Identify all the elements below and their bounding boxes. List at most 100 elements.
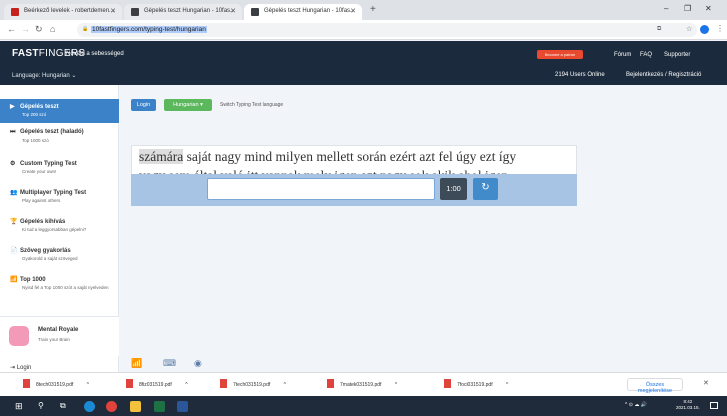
brain-icon	[9, 326, 29, 346]
timer: 1:00	[440, 178, 467, 200]
download-filename: 7foci031519.pdf	[457, 382, 493, 388]
system-tray-icons[interactable]: ^ ⊙ ☁ 🔊	[625, 402, 647, 408]
browser-tab-typing-2-active[interactable]: Gépelés teszt Hungarian - 10fas... ✕	[244, 4, 362, 20]
close-window-button[interactable]: ✕	[705, 4, 712, 13]
back-icon[interactable]: ←	[7, 24, 16, 34]
users-icon: 👥	[10, 190, 18, 196]
url-field[interactable]: 🔒 10fastfingers.com/typing-test/hungaria…	[77, 23, 697, 37]
sidebar-item-label: Gépelés teszt (haladó)	[20, 129, 84, 135]
lock-icon: 🔒	[82, 26, 89, 32]
mental-royale-card[interactable]: Mental Royale Train your Brain	[0, 316, 119, 356]
pdf-icon	[126, 379, 133, 388]
star-icon[interactable]: ☆	[686, 25, 692, 33]
site-favicon-icon	[251, 8, 259, 16]
chart-icon[interactable]: 📶	[131, 358, 142, 369]
login-button[interactable]: Login	[131, 99, 156, 111]
sidebar-login-label: Login	[16, 365, 32, 371]
close-tab-icon[interactable]: ✕	[230, 7, 236, 15]
sidebar-item-label: Top 1000	[20, 277, 46, 283]
language-button-label: Hungarian	[173, 102, 199, 108]
supporter-link[interactable]: Supporter	[664, 52, 690, 58]
sidebar-item-label: Gépelés teszt	[20, 104, 59, 110]
caret-down-icon: ▾	[200, 102, 203, 108]
show-all-downloads-button[interactable]: Összes megjelenítése	[627, 378, 683, 394]
maximize-button[interactable]: ❐	[684, 4, 691, 13]
new-tab-button[interactable]: +	[370, 4, 376, 15]
document-icon: 📄	[10, 248, 18, 254]
chevron-up-icon[interactable]: ^	[284, 382, 286, 388]
translate-icon[interactable]: ⧉	[657, 26, 661, 33]
sidebar-item-desc: Top 200 szó	[22, 112, 47, 117]
home-icon[interactable]: ⌂	[50, 24, 55, 34]
login-icon: ⇥	[10, 365, 16, 371]
reset-button[interactable]: ↻	[473, 178, 498, 200]
sidebar-login[interactable]: ⇥ Login	[10, 364, 31, 371]
sidebar-item-challenge[interactable]: 🏆 Gépelés kihívás Ki tud a leggyorsabban …	[0, 218, 119, 233]
current-word: számára	[139, 149, 184, 164]
chevron-up-icon[interactable]: ^	[395, 382, 397, 388]
sidebar-item-label: Gépelés kihívás	[20, 219, 66, 225]
browser-tab-typing-1[interactable]: Gépelés teszt Hungarian - 10fas... ✕	[124, 4, 242, 20]
download-filename: 8fiz031519.pdf	[139, 382, 172, 388]
sidebar-item-advanced-test[interactable]: ⏭ Gépelés teszt (haladó) Top 1000 szó	[0, 129, 119, 144]
sidebar-item-multiplayer[interactable]: 👥 Multiplayer Typing Test Play against ot…	[0, 189, 119, 204]
sidebar-item-desc: Nyisd fel a Top 1000 szót a saját nyelve…	[22, 285, 109, 290]
browser-tab-gmail[interactable]: Beérkező levelek - robertdemen... ✕	[4, 4, 122, 20]
pdf-icon	[327, 379, 334, 388]
chevron-up-icon[interactable]: ^	[87, 382, 89, 388]
sidebar-item-label: Multiplayer Typing Test	[20, 190, 87, 196]
download-item[interactable]: 7tech031519.pdf ^	[220, 379, 286, 388]
fast-forward-icon: ⏭	[10, 129, 16, 135]
reload-icon[interactable]: ↻	[35, 24, 43, 35]
download-item[interactable]: 7foci031519.pdf ^	[444, 379, 508, 388]
browser-address-bar: ← → ↻ ⌂ 🔒 10fastfingers.com/typing-test/…	[0, 20, 727, 40]
language-dropdown-button[interactable]: Hungarian ▾	[164, 99, 212, 111]
sidebar-item-custom-test[interactable]: ⚙ Custom Typing Test Create your own!	[0, 160, 119, 175]
language-selector[interactable]: Language: Hungarian ⌄	[12, 72, 76, 79]
mental-royale-title: Mental Royale	[38, 327, 79, 333]
chrome-icon[interactable]	[106, 401, 117, 412]
sidebar-item-desc: Play against others	[22, 198, 61, 203]
excel-icon[interactable]	[154, 401, 165, 412]
downloads-bar: 8tech031519.pdf ^ 8fiz031519.pdf ^ 7tech…	[0, 372, 727, 396]
forward-icon[interactable]: →	[21, 24, 30, 34]
download-item[interactable]: 7matek031519.pdf ^	[327, 379, 397, 388]
mental-royale-desc: Train your Brain	[38, 337, 70, 342]
patron-button[interactable]: Become a patron	[537, 50, 583, 59]
close-tab-icon[interactable]: ✕	[110, 7, 116, 15]
sidebar-item-top-1000[interactable]: 📶 Top 1000 Nyisd fel a Top 1000 szót a sa…	[0, 276, 119, 291]
search-icon[interactable]: ⚲	[38, 401, 44, 410]
close-tab-icon[interactable]: ✕	[350, 7, 356, 15]
notification-icon[interactable]	[710, 402, 718, 409]
switch-language-text: Switch Typing Test language	[220, 102, 284, 108]
logo-bold: FAST	[12, 48, 39, 59]
word-icon[interactable]	[177, 401, 188, 412]
profile-avatar-icon[interactable]	[700, 25, 709, 34]
tab-label: Gépelés teszt Hungarian - 10fas...	[264, 8, 356, 14]
faq-link[interactable]: FAQ	[640, 52, 652, 58]
typing-input[interactable]	[207, 178, 435, 200]
download-item[interactable]: 8fiz031519.pdf ^	[126, 379, 188, 388]
menu-icon[interactable]: ⋮	[716, 24, 724, 33]
keyboard-icon[interactable]: ⌨	[163, 358, 176, 369]
close-downloads-button[interactable]: ✕	[703, 379, 709, 387]
chevron-up-icon[interactable]: ^	[185, 382, 187, 388]
file-explorer-icon[interactable]	[130, 401, 141, 412]
clock[interactable]: 8:42 2021.03.15.	[676, 399, 700, 411]
sidebar-item-typing-test[interactable]: ▶ Gépelés teszt Top 200 szó	[0, 99, 119, 123]
download-item[interactable]: 8tech031519.pdf ^	[23, 379, 89, 388]
forum-link[interactable]: Fórum	[614, 52, 631, 58]
url-text: 10fastfingers.com/typing-test/hungarian	[91, 26, 207, 33]
edge-icon[interactable]	[84, 401, 95, 412]
taskbar: ⊞ ⚲ ⧉ ^ ⊙ ☁ 🔊 8:42 2021.03.15.	[0, 396, 727, 416]
users-online: 2194 Users Online	[555, 72, 605, 78]
clock-date: 2021.03.15.	[676, 404, 700, 410]
sidebar-item-text-practice[interactable]: 📄 Szöveg gyakorlás Gyakorold a saját szöv…	[0, 247, 119, 262]
task-view-icon[interactable]: ⧉	[60, 401, 66, 411]
chevron-up-icon[interactable]: ^	[506, 382, 508, 388]
globe-icon[interactable]: ◉	[194, 358, 202, 369]
minimize-button[interactable]: –	[664, 4, 668, 13]
windows-start-icon[interactable]: ⊞	[15, 401, 23, 412]
login-register-link[interactable]: Bejelentkezés / Regisztráció	[626, 72, 701, 78]
pdf-icon	[220, 379, 227, 388]
